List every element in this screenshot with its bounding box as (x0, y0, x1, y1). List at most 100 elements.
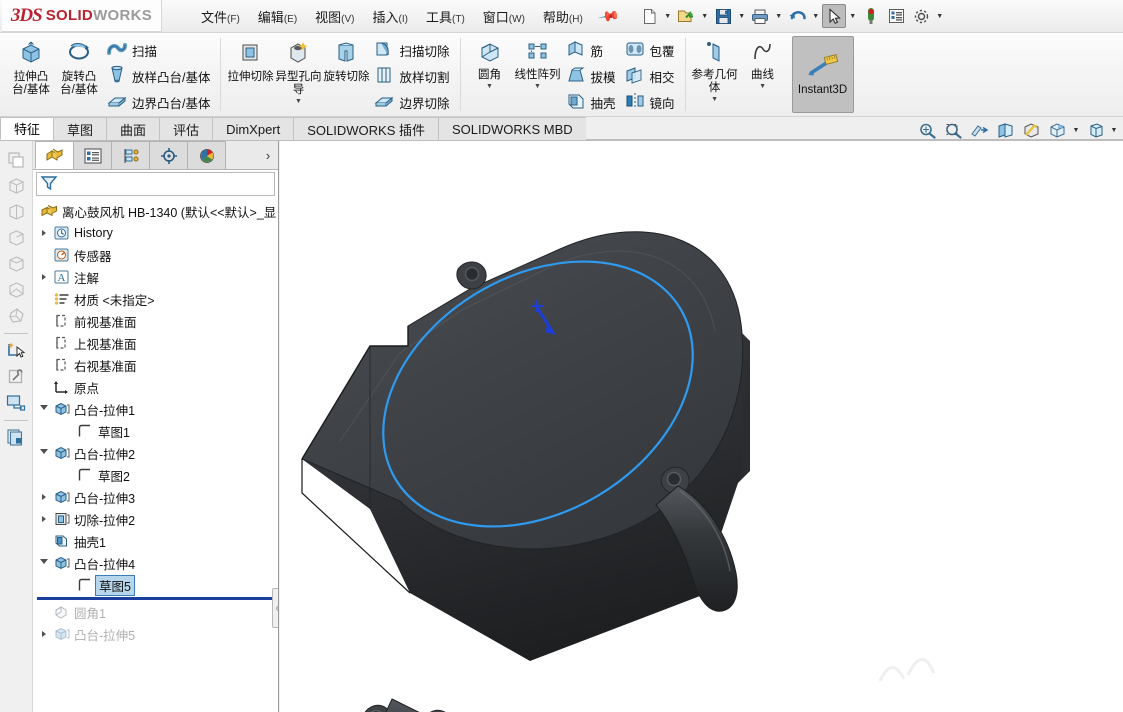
extrude-cut-button[interactable]: 拉伸切除 (226, 35, 274, 114)
feature-filter-input[interactable] (36, 172, 275, 196)
tree-item-11[interactable]: 草图2 (33, 464, 278, 486)
options-list-icon[interactable] (884, 4, 908, 28)
settings-gear-icon[interactable] (909, 4, 933, 28)
menu-window[interactable]: 窗口(W) (474, 3, 534, 30)
tree-item-2[interactable]: A 注解 (33, 266, 278, 288)
tab-dimxpert[interactable]: DimXpert (212, 117, 295, 140)
right-view-icon[interactable] (3, 277, 30, 302)
apply-scene-caret[interactable]: ▼ (1071, 119, 1081, 141)
tree-item-6[interactable]: 右视基准面 (33, 354, 278, 376)
menu-view[interactable]: 视图(V) (306, 3, 363, 30)
left-view-icon[interactable] (3, 251, 30, 276)
menu-insert[interactable]: 插入(I) (364, 3, 417, 30)
tree-root-item[interactable]: 离心鼓风机 HB-1340 (默认<<默认>_显 (33, 200, 278, 222)
tab-solidworks-addins[interactable]: SOLIDWORKS 插件 (293, 117, 439, 140)
wrap-button[interactable]: 包覆 (621, 37, 680, 63)
tree-expand-arrow-icon[interactable] (37, 559, 51, 567)
configuration-manager-tab[interactable] (111, 141, 150, 169)
tree-item-10[interactable]: 凸台-拉伸2 (33, 442, 278, 464)
save-icon[interactable] (711, 4, 735, 28)
rebuild-icon[interactable] (859, 4, 883, 28)
tree-expand-arrow-icon[interactable] (37, 405, 51, 413)
linear-pattern-caret[interactable]: ▼ (534, 83, 541, 90)
sweep-cut-button[interactable]: 扫描切除 (370, 37, 454, 63)
new-document-icon[interactable] (637, 4, 661, 28)
feature-manager-tab[interactable] (35, 141, 74, 169)
tree-item-12[interactable]: 凸台-拉伸3 (33, 486, 278, 508)
boundary-boss-button[interactable]: 边界凸台/基体 (103, 89, 215, 115)
tree-expand-arrow-icon[interactable] (37, 230, 51, 236)
apply-scene-icon[interactable] (1045, 119, 1069, 141)
pin-icon[interactable]: 📌 (597, 4, 620, 28)
tree-item-4[interactable]: 前视基准面 (33, 310, 278, 332)
curves-button[interactable]: 曲线 ▼ (739, 35, 787, 114)
centrifugal-blower-3d-model[interactable] (280, 141, 1123, 712)
open-document-icon[interactable] (674, 4, 698, 28)
tab-solidworks-mbd[interactable]: SOLIDWORKS MBD (438, 117, 587, 140)
menu-file[interactable]: 文件(F) (192, 3, 249, 30)
tree-item-15[interactable]: 凸台-拉伸4 (33, 552, 278, 574)
tree-resize-grip[interactable] (272, 588, 278, 628)
tree-item-3[interactable]: 材质 <未指定> (33, 288, 278, 310)
menu-help[interactable]: 帮助(H) (534, 3, 592, 30)
layers-icon[interactable] (3, 425, 30, 450)
sweep-button[interactable]: 扫描 (103, 37, 215, 63)
tree-item-5[interactable]: 上视基准面 (33, 332, 278, 354)
rollback-bar[interactable] (37, 597, 278, 600)
select-pointer-icon[interactable] (822, 4, 847, 28)
isometric-view-icon[interactable] (3, 173, 30, 198)
save-caret[interactable]: ▼ (736, 4, 747, 28)
tree-item-8[interactable]: 凸台-拉伸1 (33, 398, 278, 420)
tree-item-18[interactable]: 凸台-拉伸5 (33, 623, 278, 645)
shell-button[interactable]: 抽壳 (562, 89, 621, 115)
curves-caret[interactable]: ▼ (759, 83, 766, 90)
menu-edit[interactable]: 编辑(E) (249, 3, 306, 30)
new-document-caret[interactable]: ▼ (662, 4, 673, 28)
tab-surfaces[interactable]: 曲面 (106, 117, 161, 140)
tree-item-17[interactable]: 圆角1 (33, 601, 278, 623)
menu-tools[interactable]: 工具(T) (417, 3, 474, 30)
dimxpert-manager-tab[interactable] (149, 141, 188, 169)
extrude-boss-button[interactable]: 拉伸凸台/基体 (7, 35, 55, 114)
draft-button[interactable]: 拔模 (562, 63, 621, 89)
revolve-boss-button[interactable]: 旋转凸台/基体 (55, 35, 103, 114)
tree-expand-arrow-icon[interactable] (37, 516, 51, 522)
tree-expand-arrow-icon[interactable] (37, 631, 51, 637)
tab-evaluate[interactable]: 评估 (159, 117, 214, 140)
select-pointer-caret[interactable]: ▼ (847, 4, 858, 28)
property-manager-tab[interactable] (73, 141, 112, 169)
reference-geometry-button[interactable]: 参考几何体 ▼ (691, 35, 739, 114)
tree-item-14[interactable]: 抽壳1 (33, 530, 278, 552)
tree-item-16[interactable]: 草图5 (33, 574, 278, 596)
intersect-button[interactable]: 相交 (621, 63, 680, 89)
linear-pattern-button[interactable]: 线性阵列 ▼ (514, 35, 562, 114)
tree-expand-arrow-icon[interactable] (37, 449, 51, 457)
zoom-to-fit-icon[interactable] (915, 119, 939, 141)
instant3d-button[interactable]: Instant3D (791, 36, 854, 113)
display-monitor-icon[interactable] (3, 390, 30, 415)
undo-caret[interactable]: ▼ (810, 4, 821, 28)
repair-sketch-icon[interactable] (3, 364, 30, 389)
undo-icon[interactable] (785, 4, 809, 28)
tree-item-7[interactable]: 原点 (33, 376, 278, 398)
sketch-picture-icon[interactable] (3, 338, 30, 363)
fillet-caret[interactable]: ▼ (486, 83, 493, 90)
hole-wizard-caret[interactable]: ▼ (295, 98, 302, 105)
tree-item-13[interactable]: 切除-拉伸2 (33, 508, 278, 530)
display-manager-tab[interactable] (187, 141, 226, 169)
settings-caret[interactable]: ▼ (934, 4, 945, 28)
display-style-icon[interactable] (1019, 119, 1043, 141)
view-orientation-icon[interactable] (993, 119, 1017, 141)
expand-panel-icon[interactable]: › (258, 141, 278, 169)
tree-item-1[interactable]: 传感器 (33, 244, 278, 266)
zoom-to-area-icon[interactable] (941, 119, 965, 141)
tab-sketch[interactable]: 草图 (53, 117, 108, 140)
tree-item-0[interactable]: History (33, 222, 278, 244)
hide-show-items-icon[interactable] (1083, 119, 1107, 141)
mirror-button[interactable]: 镜向 (621, 89, 680, 115)
print-icon[interactable] (748, 4, 772, 28)
tab-features[interactable]: 特征 (0, 117, 55, 140)
solidworks-logo[interactable]: 3DS SOLIDWORKS (2, 0, 162, 32)
tree-item-9[interactable]: 草图1 (33, 420, 278, 442)
reference-geometry-caret[interactable]: ▼ (711, 96, 718, 103)
